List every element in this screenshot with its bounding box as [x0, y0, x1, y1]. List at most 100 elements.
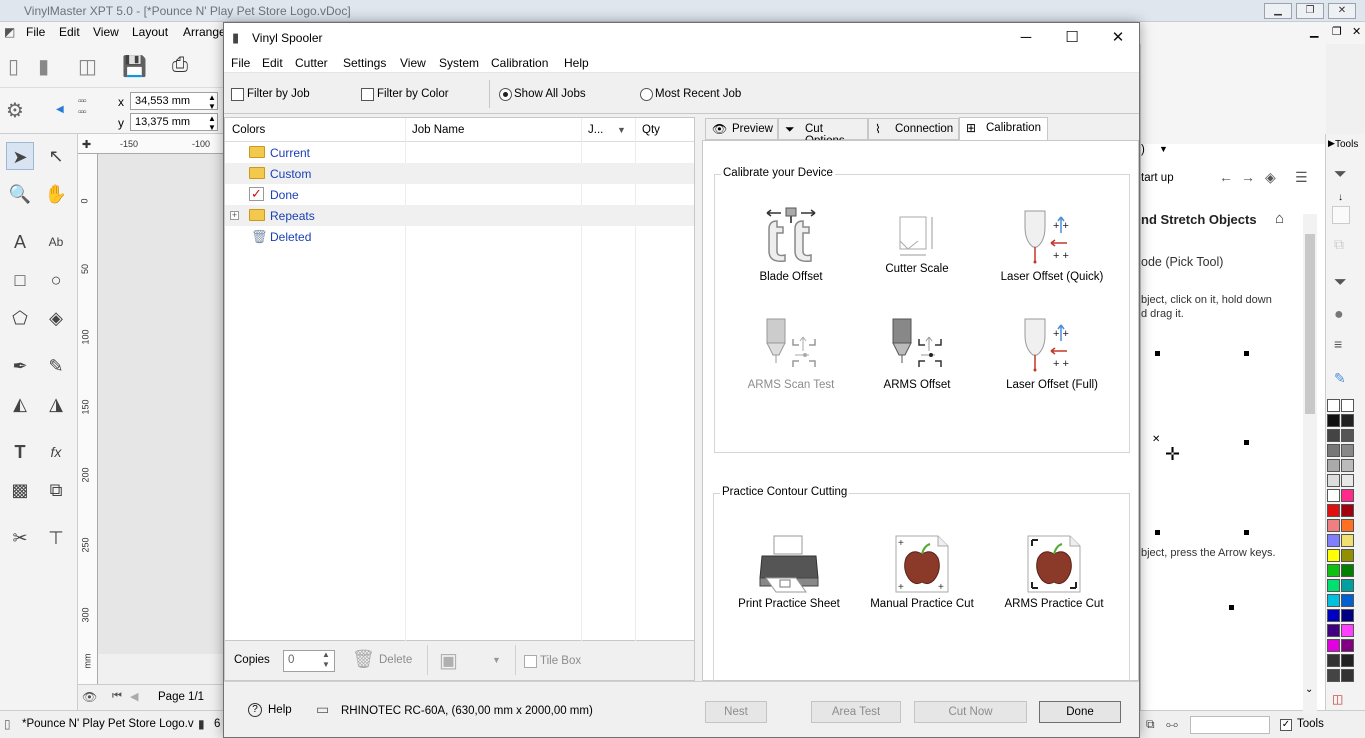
chevron-down-icon[interactable]: ▼: [492, 655, 501, 665]
cutter-scale-button[interactable]: Cutter Scale: [852, 213, 982, 275]
arms-scan-test-button[interactable]: ARMS Scan Test: [726, 315, 856, 391]
color-swatch[interactable]: [1327, 489, 1340, 502]
color-swatch[interactable]: [1341, 459, 1354, 472]
app-menu-view[interactable]: View: [93, 25, 119, 39]
column-colors[interactable]: Colors: [232, 124, 265, 136]
color-swatch[interactable]: [1341, 489, 1354, 502]
dialog-close-icon[interactable]: ✕: [1095, 23, 1141, 53]
job-row-done[interactable]: ✓ Done: [225, 184, 694, 205]
pick-tool-icon[interactable]: ➤: [6, 142, 34, 170]
link-icon[interactable]: ⧟: [1166, 717, 1178, 732]
menu-calibration[interactable]: Calibration: [491, 56, 548, 70]
anchor-grid-icon[interactable]: ▫▫▫ ▫▫▫: [78, 96, 87, 118]
color-swatch[interactable]: [1327, 579, 1340, 592]
pan-tool-icon[interactable]: ✋: [42, 180, 70, 208]
mdi-minimize-icon[interactable]: ▁: [1310, 25, 1318, 38]
tab-calibration[interactable]: ⊞ Calibration: [959, 117, 1048, 141]
app-menu-layout[interactable]: Layout: [132, 25, 168, 39]
color-swatch[interactable]: [1341, 399, 1354, 412]
polygon-tool-icon[interactable]: ◈: [42, 304, 70, 332]
bookmark-icon[interactable]: ◈: [1265, 169, 1276, 186]
dialog-minimize-icon[interactable]: ─: [1003, 23, 1049, 53]
text-frame-tool-icon[interactable]: Ab: [42, 228, 70, 256]
funnel-tool-icon[interactable]: ⏷: [1334, 166, 1347, 184]
text-tool-icon[interactable]: A: [6, 228, 34, 256]
help-scrollbar[interactable]: ⌄: [1303, 214, 1317, 714]
restore-icon[interactable]: ❐: [1296, 3, 1324, 19]
color-swatch[interactable]: [1341, 639, 1354, 652]
color-swatch[interactable]: [1341, 669, 1354, 682]
status-field[interactable]: [1190, 716, 1270, 734]
print-practice-sheet-button[interactable]: Print Practice Sheet: [724, 534, 854, 610]
import-icon[interactable]: ◫: [78, 54, 97, 79]
minimize-icon[interactable]: ▁: [1264, 3, 1292, 19]
menu-cutter[interactable]: Cutter: [295, 56, 328, 70]
laser-offset-quick-button[interactable]: + + + + Laser Offset (Quick): [987, 207, 1117, 283]
color-swatch[interactable]: [1341, 624, 1354, 637]
first-page-icon[interactable]: ⏮: [112, 690, 122, 703]
rectangle-tool-icon[interactable]: □: [6, 266, 34, 294]
window-icon[interactable]: ⧉: [1146, 717, 1155, 732]
filter-by-color-checkbox[interactable]: [361, 88, 374, 101]
dropper-tool-icon[interactable]: ✎: [1334, 370, 1346, 387]
arrow-left-icon[interactable]: ◀: [56, 104, 64, 115]
fill-tool-icon[interactable]: ◭: [6, 390, 34, 418]
scroll-down-icon[interactable]: ⌄: [1305, 684, 1313, 695]
distort-tool-icon[interactable]: ▩: [6, 476, 34, 504]
expand-icon[interactable]: +: [230, 211, 239, 220]
color-swatch[interactable]: [1327, 504, 1340, 517]
knife-tool-icon[interactable]: ✂: [6, 524, 34, 552]
scrollbar-thumb[interactable]: [1305, 234, 1315, 414]
menu-settings[interactable]: Settings: [343, 56, 386, 70]
tools-checkbox[interactable]: ✓: [1280, 719, 1292, 731]
blank-tool-icon[interactable]: [1332, 206, 1350, 224]
app-menu-edit[interactable]: Edit: [59, 25, 80, 39]
color-swatch[interactable]: [1327, 534, 1340, 547]
color-swatch[interactable]: [1341, 519, 1354, 532]
color-swatch[interactable]: [1327, 609, 1340, 622]
tab-preview[interactable]: 👁 Preview: [705, 118, 778, 140]
column-job-name[interactable]: Job Name: [412, 124, 464, 136]
filter-tool-icon[interactable]: ⏷: [1334, 274, 1347, 292]
palette-options-icon[interactable]: ◫: [1332, 692, 1343, 706]
save-icon[interactable]: 💾: [122, 54, 147, 79]
color-swatch[interactable]: [1341, 654, 1354, 667]
back-icon[interactable]: ←: [1219, 169, 1233, 185]
color-swatch[interactable]: [1327, 519, 1340, 532]
color-swatch[interactable]: [1341, 474, 1354, 487]
new-document-icon[interactable]: ▯: [8, 54, 19, 79]
ellipse-tool-icon[interactable]: ○: [42, 266, 70, 294]
nib-tool-icon[interactable]: ✎: [42, 352, 70, 380]
job-row-repeats[interactable]: + Repeats: [225, 205, 694, 226]
tab-connection[interactable]: ⌇ Connection: [868, 118, 959, 140]
job-row-current[interactable]: Current: [225, 142, 694, 163]
color-swatch[interactable]: [1341, 609, 1354, 622]
menu-view[interactable]: View: [400, 56, 426, 70]
lines-tool-icon[interactable]: ≡: [1334, 336, 1342, 352]
area-test-button[interactable]: Area Test: [811, 701, 901, 723]
menu-file[interactable]: File: [231, 56, 250, 70]
color-swatch[interactable]: [1327, 444, 1340, 457]
prev-page-icon[interactable]: ◀: [130, 690, 138, 703]
color-swatch[interactable]: [1341, 594, 1354, 607]
filter-by-job-checkbox[interactable]: [231, 88, 244, 101]
help-dropdown[interactable]: ): [1141, 144, 1145, 156]
menu-system[interactable]: System: [439, 56, 479, 70]
menu-edit[interactable]: Edit: [262, 56, 283, 70]
settings-tool-icon[interactable]: ⚙: [6, 98, 24, 123]
color-swatch[interactable]: [1327, 474, 1340, 487]
manual-practice-cut-button[interactable]: + + + Manual Practice Cut: [857, 534, 987, 610]
color-swatch[interactable]: [1341, 444, 1354, 457]
done-button[interactable]: Done: [1039, 701, 1121, 723]
node-tool-icon[interactable]: ↖: [42, 142, 70, 170]
laser-offset-full-button[interactable]: + + + + Laser Offset (Full): [987, 315, 1117, 391]
mdi-close-icon[interactable]: ✕: [1352, 25, 1361, 38]
color-swatch[interactable]: [1327, 594, 1340, 607]
color-swatch[interactable]: [1341, 429, 1354, 442]
app-menu-arrange[interactable]: Arrange: [183, 25, 226, 39]
coord-y-input[interactable]: 13,375 mm: [130, 113, 218, 131]
color-swatch[interactable]: [1327, 459, 1340, 472]
bucket-tool-icon[interactable]: ◮: [42, 390, 70, 418]
sort-down-icon[interactable]: ▼: [617, 125, 626, 135]
color-swatch[interactable]: [1327, 639, 1340, 652]
